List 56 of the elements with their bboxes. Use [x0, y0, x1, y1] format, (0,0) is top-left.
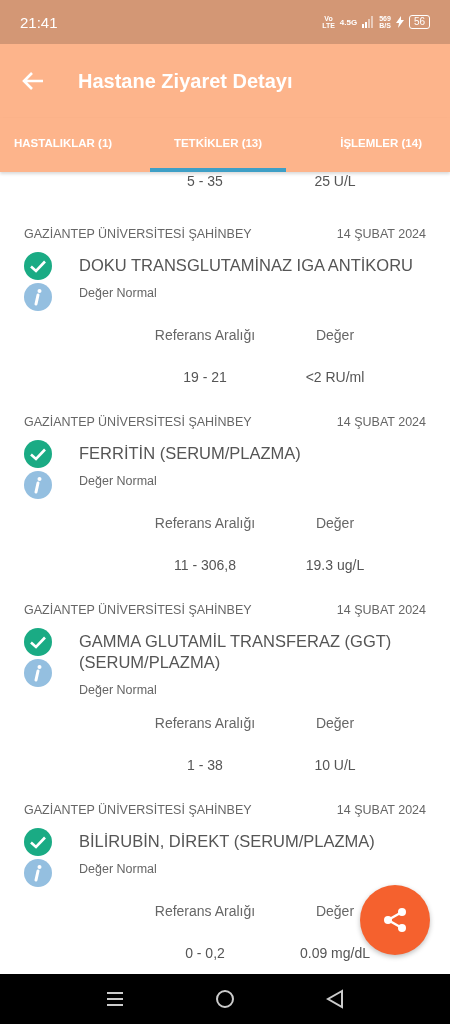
column-label: Değer [314, 514, 356, 533]
reference-range-value: 1 - 38 [186, 756, 224, 775]
reference-range-value: 5 - 35 [186, 172, 224, 190]
column-label: Referans Aralığı [153, 714, 257, 733]
screen-title: Hastane Ziyaret Detayı [78, 69, 293, 93]
result-status: Değer Normal [79, 473, 158, 490]
result-value: 10 U/L [313, 756, 357, 775]
result-status: Değer Normal [79, 285, 158, 302]
clock: 21:41 [20, 13, 59, 31]
check-icon [24, 628, 52, 656]
tab[interactable]: HASTALIKLAR (1) [0, 118, 150, 172]
result-value: 0.09 mg/dL [298, 944, 372, 963]
back-arrow-icon[interactable] [22, 71, 44, 91]
tab[interactable]: TETKİKLER (13) [150, 118, 286, 172]
bolt-icon [395, 16, 404, 28]
reference-range-value: 11 - 306,8 [173, 556, 237, 575]
network-type: 4.5G [339, 17, 358, 27]
info-icon[interactable] [24, 859, 52, 887]
result-status: Değer Normal [79, 861, 158, 878]
result-value: <2 RU/ml [304, 368, 366, 387]
reference-range-value: 0 - 0,2 [184, 944, 226, 963]
column-label: Referans Aralığı [153, 514, 257, 533]
column-label: Değer [314, 326, 356, 345]
hospital-name: GAZİANTEP ÜNİVERSİTESİ ŞAHİNBEY [24, 802, 252, 819]
test-date: 14 ŞUBAT 2024 [336, 802, 426, 819]
hospital-name: GAZİANTEP ÜNİVERSİTESİ ŞAHİNBEY [24, 226, 252, 243]
reference-range-value: 19 - 21 [182, 368, 228, 387]
test-name: BİLİRUBİN, DİREKT (SERUM/PLAZMA) [79, 831, 376, 852]
column-label: Değer [314, 714, 356, 733]
column-label: Referans Aralığı [153, 326, 257, 345]
hospital-name: GAZİANTEP ÜNİVERSİTESİ ŞAHİNBEY [24, 602, 252, 619]
hospital-name: GAZİANTEP ÜNİVERSİTESİ ŞAHİNBEY [24, 414, 252, 431]
test-name: GAMMA GLUTAMİL TRANSFERAZ (GGT) (SERUM/PLAZMA) [79, 631, 393, 673]
test-date: 14 ŞUBAT 2024 [336, 602, 426, 619]
battery-level: 56 [408, 15, 430, 29]
menu-icon[interactable] [105, 991, 124, 1007]
share-icon [382, 907, 408, 933]
info-icon[interactable] [24, 659, 52, 687]
info-icon[interactable] [24, 471, 52, 499]
info-icon[interactable] [24, 283, 52, 311]
signal-icon [362, 16, 375, 28]
test-name: DOKU TRANSGLUTAMİNAZ IGA ANTİKORU [79, 255, 415, 276]
check-icon [24, 252, 52, 280]
column-label: Değer [314, 902, 356, 921]
test-date: 14 ŞUBAT 2024 [336, 226, 426, 243]
result-status: Değer Normal [79, 682, 158, 699]
result-value: 25 U/L [313, 172, 357, 190]
result-value: 19.3 ug/L [304, 556, 366, 575]
test-name: FERRİTİN (SERUM/PLAZMA) [79, 443, 302, 464]
check-icon [24, 440, 52, 468]
test-date: 14 ŞUBAT 2024 [336, 414, 426, 431]
column-label: Referans Aralığı [153, 902, 257, 921]
tab[interactable]: İŞLEMLER (14) [286, 118, 450, 172]
check-icon [24, 828, 52, 856]
back-icon[interactable] [326, 989, 345, 1009]
home-icon[interactable] [215, 989, 235, 1009]
